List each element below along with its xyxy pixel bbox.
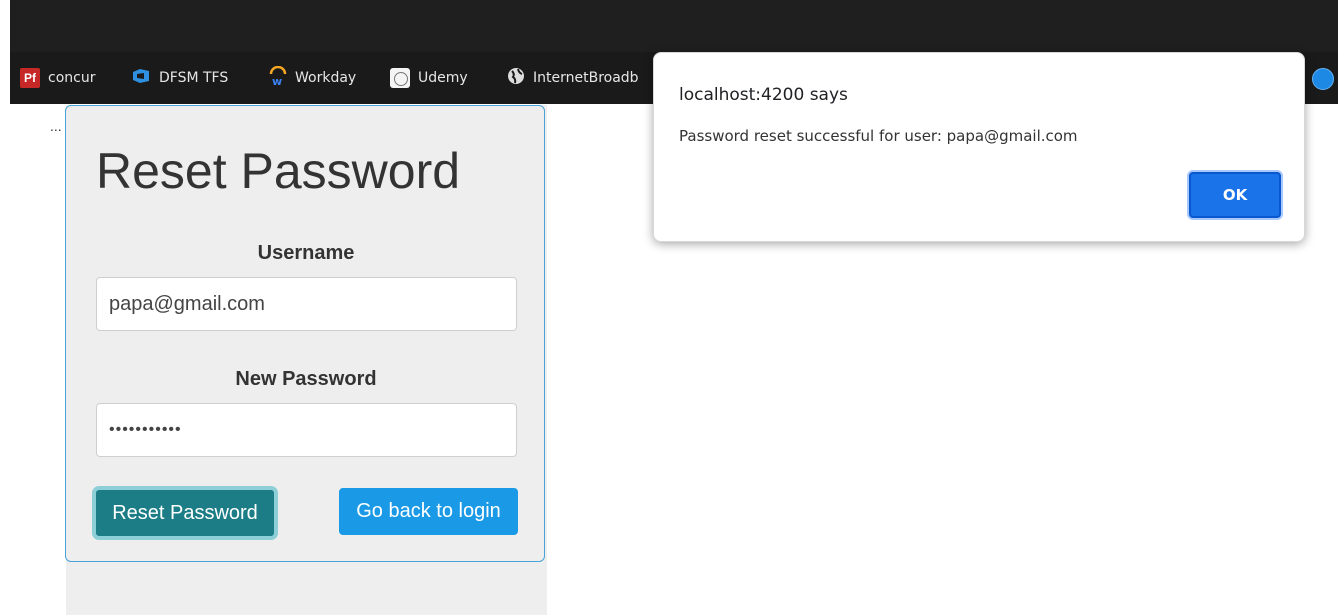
dialog-message: Password reset successful for user: papa… — [679, 127, 1078, 145]
ellipsis-text: ... — [50, 118, 62, 134]
bookmark-concur[interactable]: Pf concur — [20, 52, 95, 104]
udemy-icon — [390, 68, 410, 88]
username-label: Username — [257, 242, 355, 264]
globe-icon — [507, 67, 525, 89]
bookmark-workday[interactable]: w Workday — [269, 52, 356, 104]
new-password-label: New Password — [235, 368, 377, 390]
ok-button[interactable]: OK — [1189, 172, 1281, 218]
bookmark-label: Workday — [295, 70, 357, 86]
bookmark-dfsm-tfs[interactable]: DFSM TFS — [131, 52, 228, 104]
bookmark-label: concur — [48, 70, 96, 86]
window-edge — [0, 52, 10, 104]
window-edge — [0, 0, 10, 52]
username-field[interactable]: papa@gmail.com — [96, 277, 517, 331]
bookmark-label: DFSM TFS — [159, 70, 229, 86]
dell-icon[interactable] — [1312, 68, 1334, 90]
dfsm-icon — [131, 68, 151, 88]
alert-dialog: localhost:4200 says Password reset succe… — [653, 52, 1305, 242]
bookmark-internetbroadband[interactable]: InternetBroadb — [507, 52, 639, 104]
page-title: Reset Password — [96, 143, 461, 199]
bookmark-udemy[interactable]: Udemy — [390, 52, 468, 104]
svg-text:w: w — [272, 75, 282, 86]
pf-icon: Pf — [20, 68, 40, 88]
browser-tab-strip — [0, 0, 1338, 52]
dialog-title: localhost:4200 says — [679, 85, 848, 105]
go-back-to-login-button[interactable]: Go back to login — [339, 488, 518, 535]
bookmark-label: Udemy — [418, 70, 468, 86]
reset-password-card: Reset Password Username papa@gmail.com N… — [65, 105, 545, 562]
workday-icon: w — [269, 65, 287, 90]
bookmark-label: InternetBroadb — [533, 70, 639, 86]
reset-password-button[interactable]: Reset Password — [92, 486, 278, 540]
new-password-field[interactable]: ••••••••••• — [96, 403, 517, 457]
